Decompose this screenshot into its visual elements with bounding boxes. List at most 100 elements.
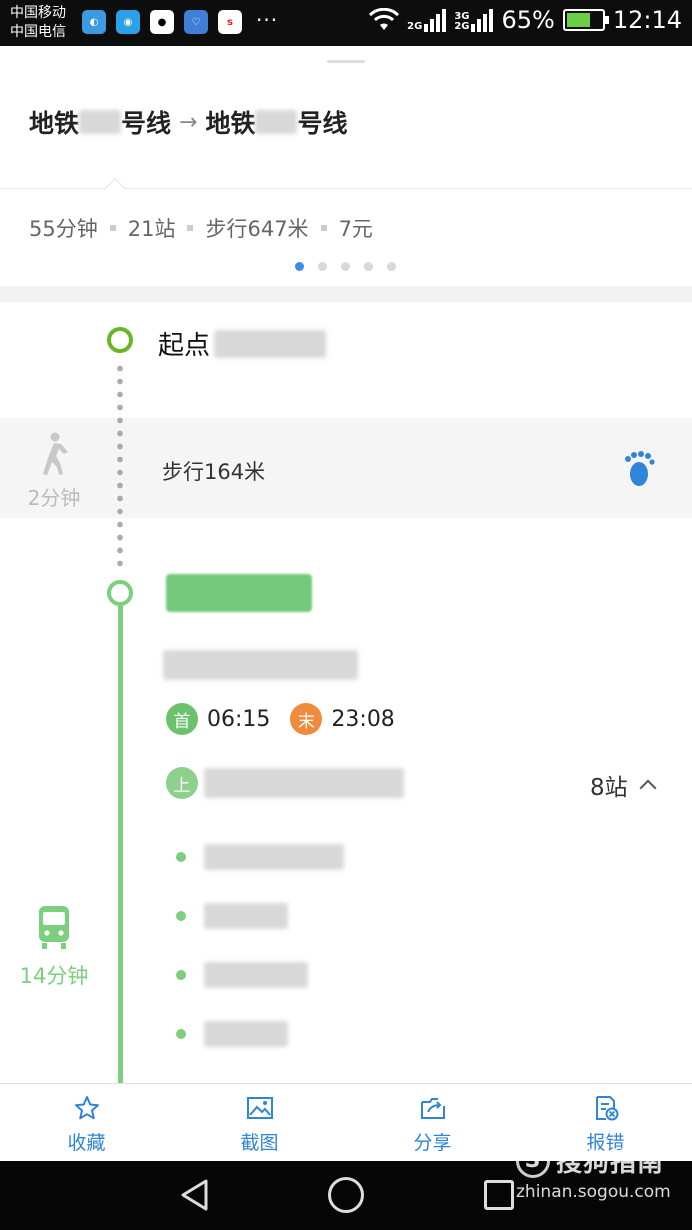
redacted-direction [163,650,358,680]
start-node [107,327,133,353]
stop-dot [176,1029,186,1039]
screenshot-button[interactable]: 截图 [173,1084,346,1161]
carrier-2: 中国电信 [10,24,66,40]
battery-icon [562,9,609,31]
clock: 12:14 [612,6,682,34]
wifi-icon [369,8,400,30]
summary-walk: 步行647米 [205,217,309,241]
favorite-label: 收藏 [67,1132,106,1154]
from-line-suffix: 号线 [121,109,172,138]
walk-icon [43,432,68,475]
divider [0,188,692,189]
metro-path-line [118,606,123,1086]
health-icon: ♡ [184,10,208,34]
to-line-suffix: 号线 [297,109,348,138]
service-hours: 首 06:15 末 23:08 [166,703,395,735]
last-train-badge: 末 [290,703,323,735]
metro-train-icon [39,906,69,949]
report-icon [595,1096,618,1121]
watermark-text: 搜狗指南 [556,1148,665,1178]
page-dot[interactable] [387,262,396,271]
to-line-prefix: 地铁 [205,109,256,138]
page-dot[interactable] [364,262,373,271]
boarding-node [107,580,133,606]
status-bar: 中国移动 中国电信 ◐ ◉ ● ♡ s ··· 2G 3G 2G 65% 12:… [0,0,692,46]
network-type-2b: 2G [454,20,470,32]
favorite-button[interactable]: 收藏 [0,1084,173,1161]
redacted-text [204,844,344,870]
list-item [176,1021,288,1047]
footprint-icon[interactable] [622,450,656,488]
screenshot-label: 截图 [240,1132,279,1154]
battery-percent: 65% [501,6,555,34]
image-icon [246,1097,273,1119]
list-item [176,844,344,870]
share-icon [420,1098,445,1119]
page-dot[interactable] [318,262,327,271]
redacted-text [79,110,122,134]
last-train-time: 23:08 [331,706,395,732]
arrow-right-icon: → [179,109,198,135]
share-button[interactable]: 分享 [346,1084,519,1161]
browser-icon: ◐ [82,10,106,34]
recent-apps-icon[interactable] [484,1180,514,1210]
boarding-station[interactable]: 上 [166,767,404,799]
summary-fare: 7元 [338,217,373,241]
list-item [176,962,308,988]
stop-dot [176,970,186,980]
signal-1-icon: 2G [407,8,447,32]
redacted-text [255,110,298,134]
walk-distance: 步行164米 [162,460,266,484]
ride-duration: 14分钟 [19,964,89,988]
redacted-text [214,329,327,358]
page-dot[interactable] [341,262,350,271]
stop-dot [176,852,186,862]
stop-count: 8站 [590,775,628,801]
watermark-url: zhinan.sogou.com [516,1182,671,1202]
watermark-brand: S 搜狗指南 [516,1142,671,1179]
stop-dot [176,911,186,921]
page-dot-active[interactable] [295,262,304,271]
summary-duration: 55分钟 [29,217,98,241]
redacted-text [204,1021,288,1047]
redacted-text [204,768,404,798]
separator-dot [320,225,327,231]
carrier-1: 中国移动 [10,5,66,21]
signal-2-icon: 3G 2G [454,8,494,32]
walk-path-line [117,362,123,572]
qq-icon: ● [150,10,174,34]
from-line-prefix: 地铁 [29,109,80,138]
notification-icons: ◐ ◉ ● ♡ s [82,10,242,34]
redacted-text [204,903,288,929]
separator-dot [109,225,116,231]
start-label: 起点 [158,331,211,361]
board-badge: 上 [166,767,198,799]
route-summary[interactable]: 55分钟 21站 步行647米 7元 [29,213,373,243]
chevron-up-icon [639,779,657,797]
share-label: 分享 [413,1132,452,1154]
metro-line-badge [166,574,312,612]
stops-toggle[interactable]: 8站 [590,768,657,802]
status-right: 2G 3G 2G 65% 12:14 [369,6,682,34]
first-train-time: 06:15 [207,706,271,732]
route-title: 地铁 号线 → 地铁 号线 [29,104,348,140]
more-notifications-icon: ··· [256,8,279,32]
network-type-1: 2G [407,20,423,32]
map-pin-icon: ◉ [116,10,140,34]
redacted-text [204,962,308,988]
separator-dot [187,225,194,231]
drag-handle[interactable] [327,60,365,63]
section-divider [0,286,692,302]
tab-pointer [105,178,125,198]
sina-icon: s [218,10,242,34]
list-item [176,903,288,929]
page-indicator[interactable] [295,262,396,271]
first-train-badge: 首 [166,703,198,735]
home-icon[interactable] [328,1177,364,1213]
watermark: S 搜狗指南 zhinan.sogou.com [516,1142,671,1202]
back-icon[interactable] [178,1178,212,1212]
star-icon [74,1096,99,1120]
start-point: 起点 [158,325,327,362]
summary-stations: 21站 [127,217,176,241]
sogou-logo-icon: S [516,1143,550,1178]
